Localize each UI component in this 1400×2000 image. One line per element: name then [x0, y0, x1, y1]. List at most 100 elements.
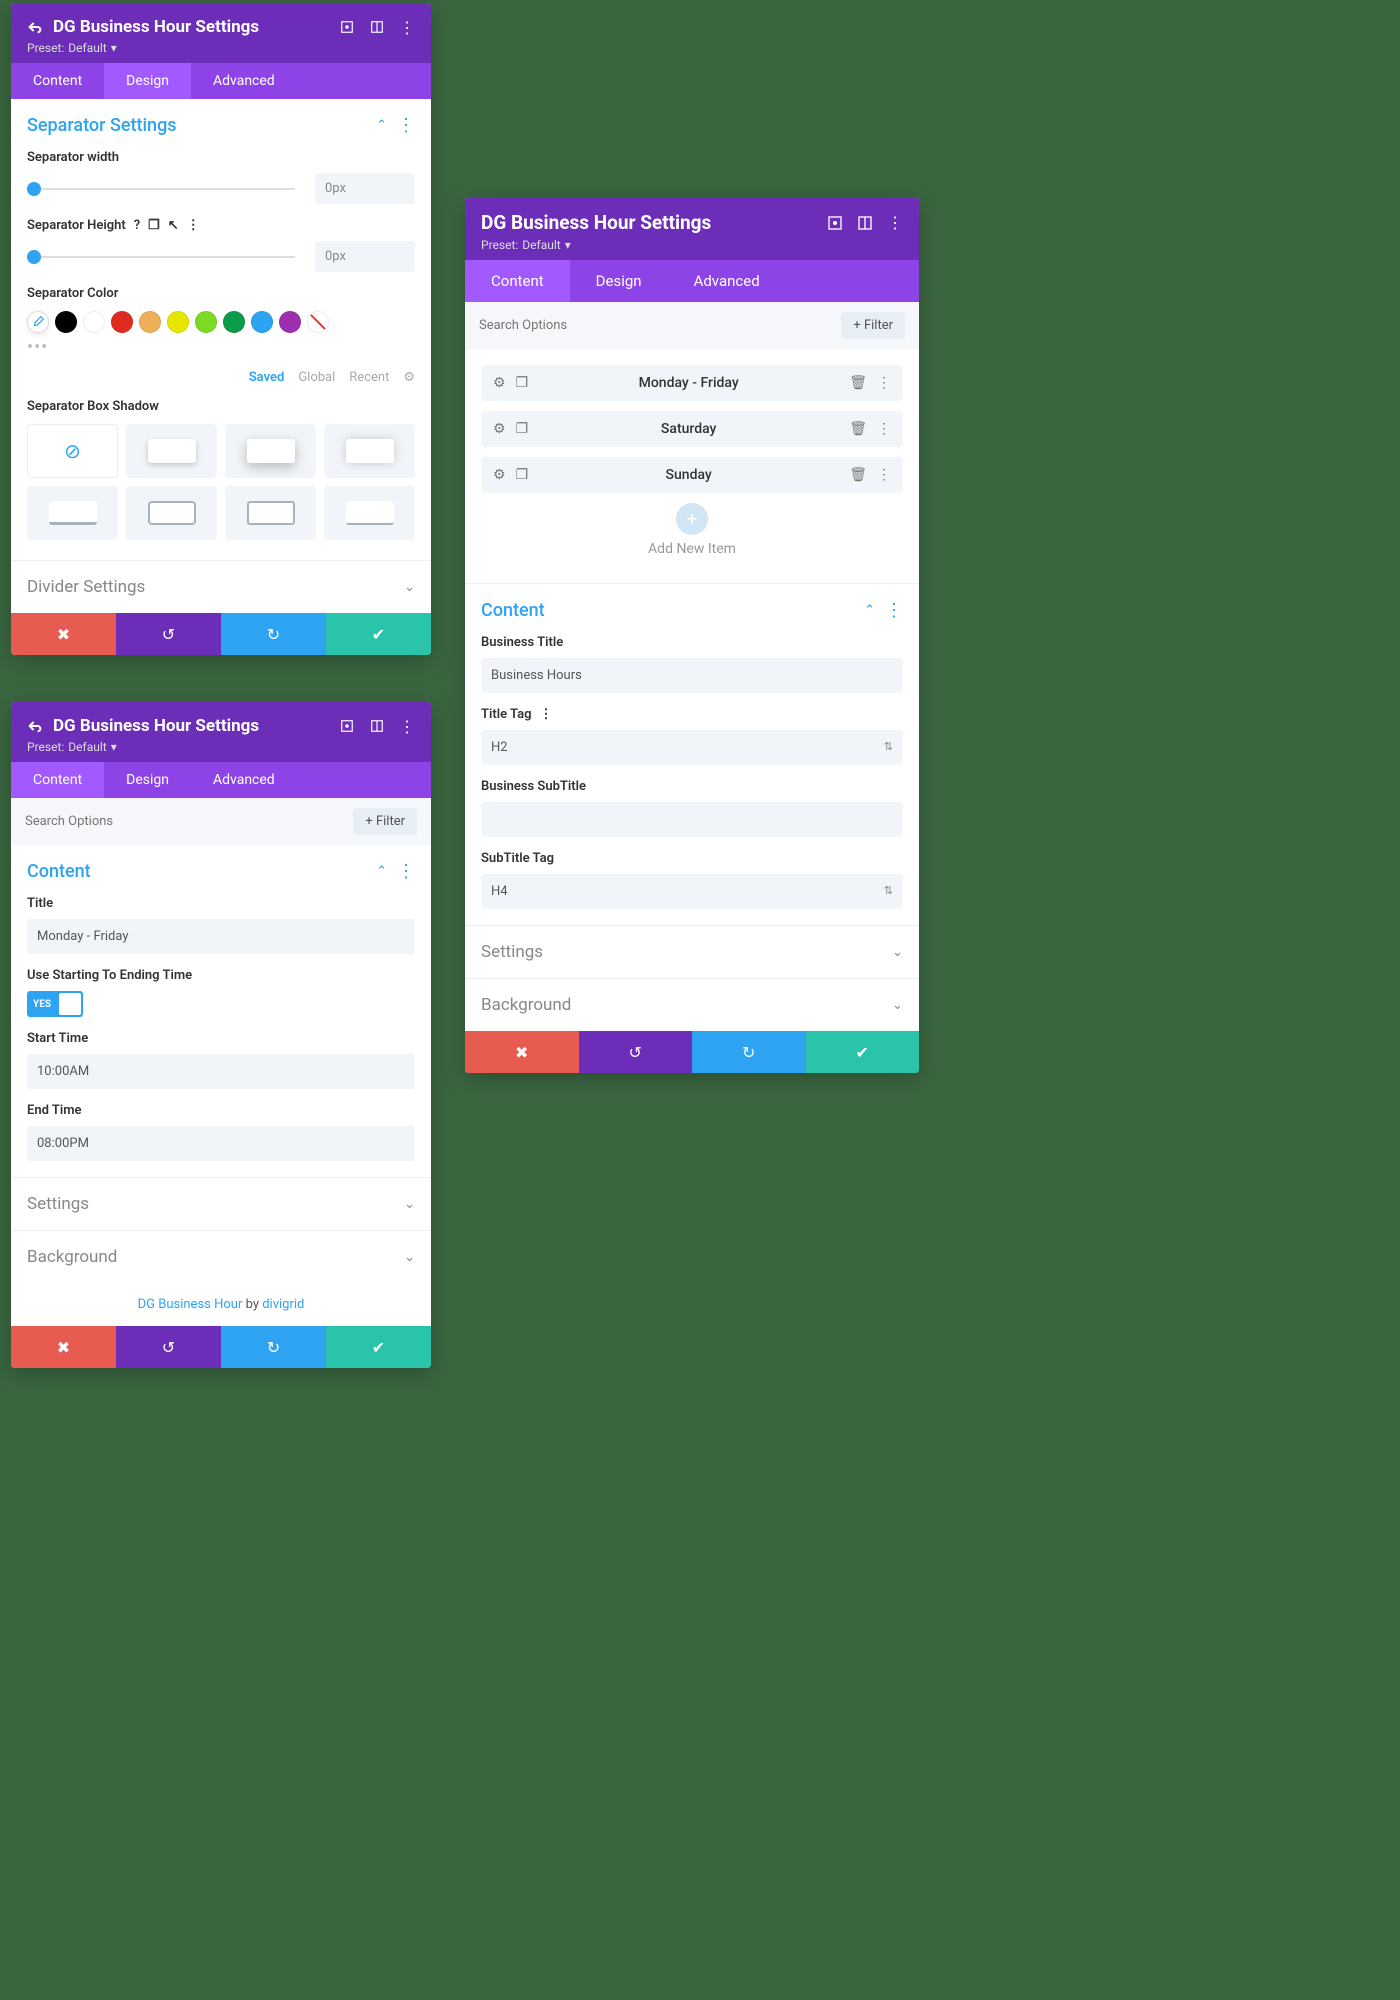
start-time-input[interactable]	[27, 1054, 415, 1089]
kebab-icon[interactable]: ⋮	[877, 375, 891, 391]
list-item[interactable]: ⚙❐ Saturday 🗑⋮	[481, 411, 903, 447]
columns-icon[interactable]	[369, 19, 385, 35]
kebab-icon[interactable]: ⋮	[397, 115, 415, 136]
color-swatch[interactable]	[251, 311, 273, 333]
list-item[interactable]: ⚙❐ Sunday 🗑⋮	[481, 457, 903, 493]
save-button[interactable]: ✔	[806, 1031, 920, 1073]
columns-icon[interactable]	[857, 215, 873, 231]
gear-icon[interactable]: ⚙	[493, 421, 506, 437]
settings-section[interactable]: Settings ⌄	[11, 1177, 431, 1230]
end-time-input[interactable]	[27, 1126, 415, 1161]
section-header[interactable]: Separator Settings ⌃⋮	[27, 115, 415, 136]
shadow-preset[interactable]	[324, 424, 415, 478]
preset-selector[interactable]: Preset: Default ▾	[27, 41, 415, 55]
redo-button[interactable]: ↻	[221, 613, 326, 655]
redo-button[interactable]: ↻	[692, 1031, 806, 1073]
help-icon[interactable]: ?	[134, 218, 140, 233]
kebab-icon[interactable]: ⋮	[397, 861, 415, 882]
color-swatch[interactable]	[195, 311, 217, 333]
duplicate-icon[interactable]: ❐	[516, 375, 529, 391]
background-section[interactable]: Background ⌄	[465, 978, 919, 1031]
color-swatch[interactable]	[83, 311, 105, 333]
tab-content[interactable]: Content	[11, 762, 104, 798]
divider-section[interactable]: Divider Settings ⌄	[11, 560, 431, 613]
hover-icon[interactable]: ↖	[168, 218, 179, 233]
expand-icon[interactable]	[339, 19, 355, 35]
separator-width-input[interactable]	[315, 173, 415, 204]
trash-icon[interactable]: 🗑	[849, 421, 867, 437]
kebab-icon[interactable]: ⋮	[399, 19, 415, 35]
preset-selector[interactable]: Preset: Default ▾	[27, 740, 415, 754]
duplicate-icon[interactable]: ❐	[516, 421, 529, 437]
color-transparent[interactable]	[307, 311, 329, 333]
business-title-input[interactable]	[481, 658, 903, 693]
trash-icon[interactable]: 🗑	[849, 467, 867, 483]
palette-global[interactable]: Global	[298, 370, 335, 385]
more-dots-icon[interactable]: •••	[27, 337, 415, 358]
tab-content[interactable]: Content	[11, 63, 104, 99]
color-swatch[interactable]	[55, 311, 77, 333]
shadow-preset[interactable]	[225, 486, 316, 540]
business-subtitle-input[interactable]	[481, 802, 903, 837]
shadow-preset[interactable]	[126, 424, 217, 478]
kebab-icon[interactable]: ⋮	[887, 215, 903, 231]
tab-advanced[interactable]: Advanced	[191, 762, 297, 798]
tab-advanced[interactable]: Advanced	[191, 63, 297, 99]
separator-height-input[interactable]	[315, 241, 415, 272]
preset-selector[interactable]: Preset: Default ▾	[481, 238, 903, 252]
color-swatch[interactable]	[111, 311, 133, 333]
search-input[interactable]	[479, 318, 831, 333]
background-section[interactable]: Background ⌄	[11, 1230, 431, 1283]
expand-icon[interactable]	[827, 215, 843, 231]
expand-icon[interactable]	[339, 718, 355, 734]
columns-icon[interactable]	[369, 718, 385, 734]
kebab-icon[interactable]: ⋮	[540, 707, 553, 722]
subtitle-tag-select[interactable]	[481, 874, 903, 909]
undo-button[interactable]: ↺	[116, 1326, 221, 1368]
back-icon[interactable]	[27, 718, 43, 734]
trash-icon[interactable]: 🗑	[849, 375, 867, 391]
kebab-icon[interactable]: ⋮	[877, 421, 891, 437]
use-range-toggle[interactable]: YES	[27, 991, 83, 1017]
filter-button[interactable]: + Filter	[841, 312, 905, 339]
shadow-none[interactable]: ⊘	[27, 424, 118, 478]
gear-icon[interactable]: ⚙	[493, 375, 506, 391]
phone-icon[interactable]: ❐	[148, 218, 160, 233]
save-button[interactable]: ✔	[326, 613, 431, 655]
tab-content[interactable]: Content	[465, 260, 570, 302]
shadow-preset[interactable]	[225, 424, 316, 478]
credit-author-link[interactable]: divigrid	[262, 1297, 304, 1312]
undo-button[interactable]: ↺	[579, 1031, 693, 1073]
shadow-preset[interactable]	[27, 486, 118, 540]
filter-button[interactable]: + Filter	[353, 808, 417, 835]
separator-height-slider[interactable]	[27, 247, 295, 267]
credit-module-link[interactable]: DG Business Hour	[138, 1297, 243, 1312]
title-input[interactable]	[27, 919, 415, 954]
close-button[interactable]: ✖	[11, 1326, 116, 1368]
separator-width-slider[interactable]	[27, 179, 295, 199]
color-swatch[interactable]	[279, 311, 301, 333]
back-icon[interactable]	[27, 19, 43, 35]
save-button[interactable]: ✔	[326, 1326, 431, 1368]
color-swatch[interactable]	[139, 311, 161, 333]
title-tag-select[interactable]	[481, 730, 903, 765]
tab-design[interactable]: Design	[104, 63, 191, 99]
section-header[interactable]: Content ⌃⋮	[481, 600, 903, 621]
shadow-preset[interactable]	[126, 486, 217, 540]
palette-recent[interactable]: Recent	[349, 370, 389, 385]
tab-design[interactable]: Design	[570, 260, 668, 302]
close-button[interactable]: ✖	[11, 613, 116, 655]
close-button[interactable]: ✖	[465, 1031, 579, 1073]
kebab-icon[interactable]: ⋮	[877, 467, 891, 483]
list-item[interactable]: ⚙❐ Monday - Friday 🗑⋮	[481, 365, 903, 401]
search-input[interactable]	[25, 814, 343, 829]
settings-section[interactable]: Settings ⌄	[465, 925, 919, 978]
duplicate-icon[interactable]: ❐	[516, 467, 529, 483]
palette-saved[interactable]: Saved	[249, 370, 285, 385]
gear-icon[interactable]: ⚙	[493, 467, 506, 483]
add-item-button[interactable]: +	[676, 503, 708, 535]
redo-button[interactable]: ↻	[221, 1326, 326, 1368]
kebab-icon[interactable]: ⋮	[187, 218, 200, 233]
kebab-icon[interactable]: ⋮	[399, 718, 415, 734]
shadow-preset[interactable]	[324, 486, 415, 540]
